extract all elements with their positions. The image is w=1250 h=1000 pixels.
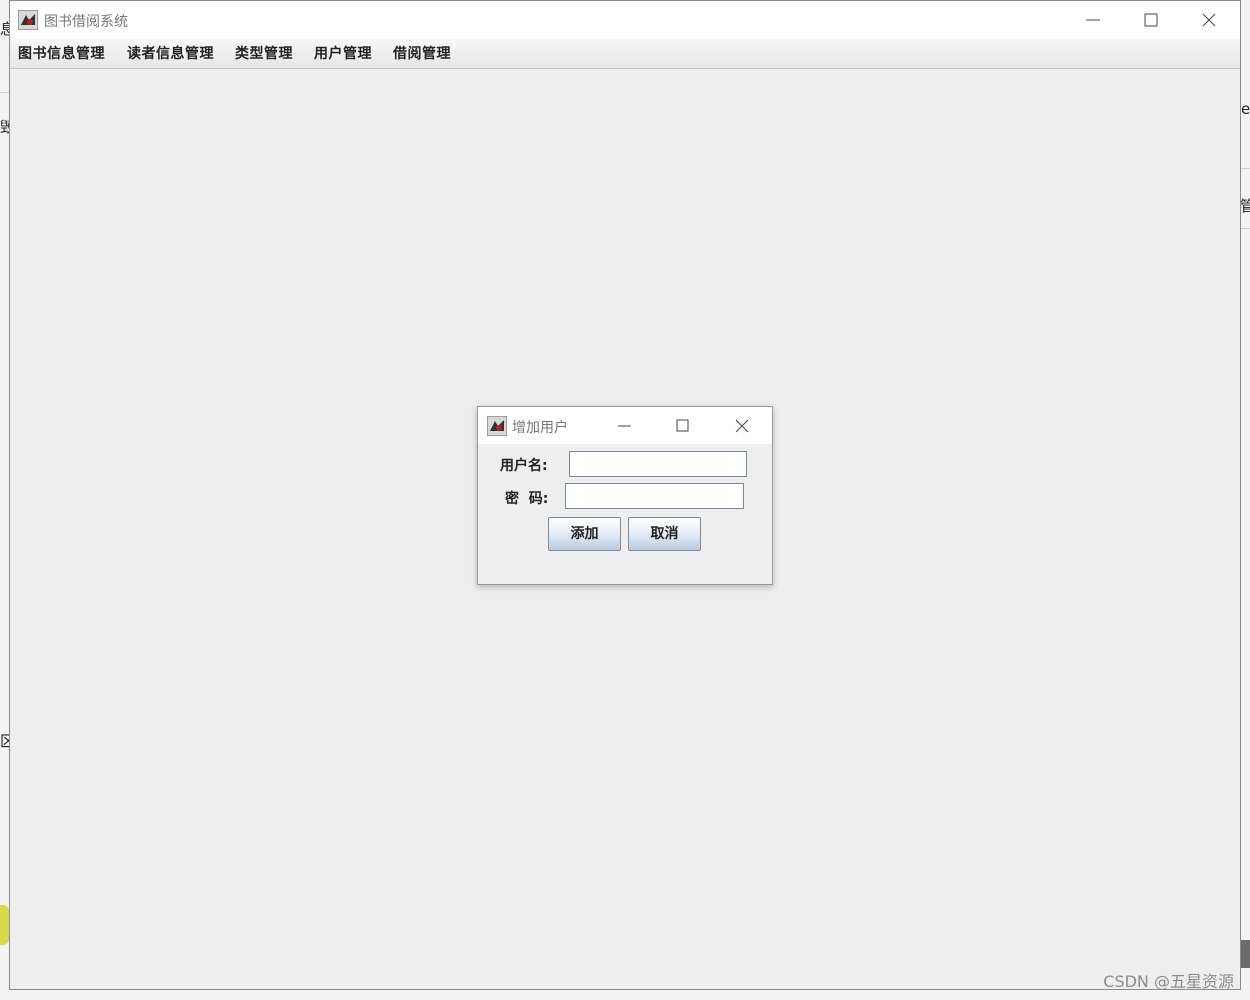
background-divider xyxy=(1241,168,1250,169)
main-titlebar[interactable]: 图书借阅系统 xyxy=(10,1,1240,39)
menu-reader-info[interactable]: 读者信息管理 xyxy=(125,43,216,63)
dialog-title: 增加用户 xyxy=(512,420,568,436)
username-input[interactable] xyxy=(569,451,747,477)
menu-user[interactable]: 用户管理 xyxy=(312,43,374,63)
window-title: 图书借阅系统 xyxy=(44,14,128,30)
close-icon xyxy=(735,419,749,433)
cancel-button[interactable]: 取消 xyxy=(628,517,701,551)
add-button[interactable]: 添加 xyxy=(548,517,621,551)
background-divider xyxy=(0,92,9,93)
menu-type[interactable]: 类型管理 xyxy=(233,43,295,63)
close-button[interactable] xyxy=(1181,1,1239,39)
background-fragment: 管 xyxy=(1240,197,1250,215)
minimize-button[interactable] xyxy=(1065,1,1123,39)
dialog-close-button[interactable] xyxy=(717,407,767,444)
minimize-icon xyxy=(1086,19,1100,21)
background-image-fragment xyxy=(0,905,9,945)
java-app-icon xyxy=(487,416,507,436)
password-input[interactable] xyxy=(565,483,744,509)
watermark: CSDN @五星资源 xyxy=(1103,972,1234,991)
maximize-icon xyxy=(1144,13,1158,27)
menu-book-info[interactable]: 图书信息管理 xyxy=(16,43,107,63)
maximize-icon xyxy=(676,419,689,432)
background-fragment: e xyxy=(1241,100,1250,118)
dialog-titlebar[interactable]: 增加用户 xyxy=(478,407,772,444)
background-scrollbar xyxy=(1241,940,1250,968)
password-label: 密 码: xyxy=(505,491,549,507)
dialog-maximize-button[interactable] xyxy=(658,407,708,444)
background-divider xyxy=(1241,228,1250,229)
username-label: 用户名: xyxy=(500,458,548,474)
java-app-icon xyxy=(18,10,38,30)
add-user-dialog: 增加用户 用户名: 密 码: 添加 取消 xyxy=(477,406,773,585)
dialog-minimize-button[interactable] xyxy=(600,407,650,444)
maximize-button[interactable] xyxy=(1123,1,1181,39)
minimize-icon xyxy=(618,425,631,427)
menu-bar: 图书信息管理 读者信息管理 类型管理 用户管理 借阅管理 xyxy=(10,39,1240,69)
close-icon xyxy=(1202,13,1216,27)
menu-borrow[interactable]: 借阅管理 xyxy=(391,43,453,63)
